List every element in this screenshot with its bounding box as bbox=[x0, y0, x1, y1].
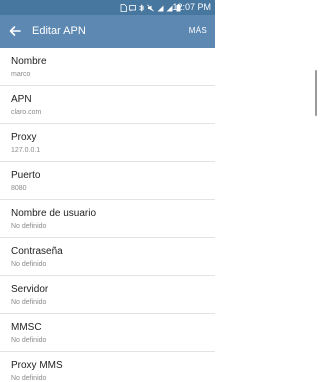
setting-title: Nombre de usuario bbox=[11, 208, 97, 219]
setting-title: Proxy MMS bbox=[11, 360, 63, 371]
setting-value: No definido bbox=[11, 375, 47, 382]
setting-title: Proxy bbox=[11, 132, 37, 143]
scrollbar[interactable] bbox=[315, 70, 317, 116]
bluetooth-icon bbox=[138, 3, 145, 12]
app-bar: Editar APN MÁS bbox=[0, 15, 215, 48]
more-button[interactable]: MÁS bbox=[189, 25, 207, 37]
setting-value: 127.0.0.1 bbox=[11, 147, 41, 154]
setting-value: No definido bbox=[11, 223, 47, 230]
arrow-left-icon bbox=[9, 26, 21, 36]
setting-nombre-de-usuario[interactable]: Nombre de usuario No definido bbox=[0, 200, 215, 238]
apn-settings-list: Nombre marco APN claro.com Proxy 127.0.0… bbox=[0, 48, 215, 382]
setting-title: Servidor bbox=[11, 284, 49, 295]
setting-contrasena[interactable]: Contraseña No definido bbox=[0, 238, 215, 276]
sim-icon bbox=[120, 3, 127, 12]
setting-title: MMSC bbox=[11, 322, 42, 333]
setting-value: No definido bbox=[11, 299, 47, 306]
setting-value: claro.com bbox=[11, 109, 42, 116]
status-bar: 12:07 PM bbox=[0, 0, 215, 15]
status-time: 12:07 PM bbox=[172, 2, 211, 12]
setting-value: No definido bbox=[11, 261, 47, 268]
message-icon bbox=[129, 4, 137, 12]
setting-mmsc[interactable]: MMSC No definido bbox=[0, 314, 215, 352]
setting-apn[interactable]: APN claro.com bbox=[0, 86, 215, 124]
setting-title: Puerto bbox=[11, 170, 41, 181]
setting-proxy-mms[interactable]: Proxy MMS No definido bbox=[0, 352, 215, 382]
signal-icon bbox=[157, 4, 164, 12]
setting-nombre[interactable]: Nombre marco bbox=[0, 48, 215, 86]
page-title: Editar APN bbox=[32, 25, 86, 37]
setting-proxy[interactable]: Proxy 127.0.0.1 bbox=[0, 124, 215, 162]
setting-value: No definido bbox=[11, 337, 47, 344]
setting-servidor[interactable]: Servidor No definido bbox=[0, 276, 215, 314]
setting-title: APN bbox=[11, 94, 32, 105]
setting-title: Contraseña bbox=[11, 246, 63, 257]
setting-value: marco bbox=[11, 71, 31, 78]
back-button[interactable] bbox=[6, 22, 24, 40]
mute-icon bbox=[147, 4, 155, 12]
setting-title: Nombre bbox=[11, 56, 47, 67]
setting-puerto[interactable]: Puerto 8080 bbox=[0, 162, 215, 200]
setting-value: 8080 bbox=[11, 185, 27, 192]
